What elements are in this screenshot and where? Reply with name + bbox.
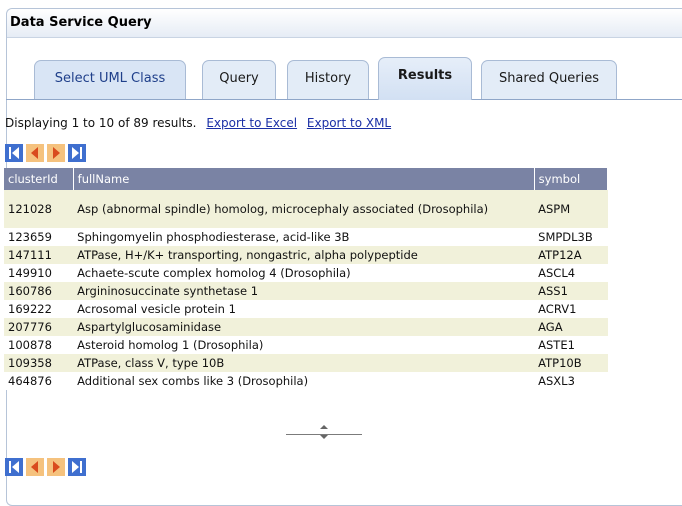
first-page-icon (9, 461, 19, 473)
first-page-button[interactable] (5, 458, 23, 476)
table-header-row: clusterId fullName symbol (4, 168, 609, 190)
tab-select-uml-class[interactable]: Select UML Class (34, 60, 186, 99)
table-row[interactable]: 207776 Aspartylglucosaminidase AGA (4, 318, 608, 336)
cell-clusterid: 100878 (4, 336, 74, 354)
cell-symbol: ASS1 (534, 282, 608, 300)
cell-fullname: Acrosomal vesicle protein 1 (73, 300, 535, 318)
resize-arrows-icon (320, 425, 328, 439)
cell-clusterid: 109358 (4, 354, 74, 372)
next-page-icon (53, 461, 60, 473)
export-to-xml-link[interactable]: Export to XML (307, 116, 391, 130)
tab-label: Results (397, 68, 453, 83)
table-row[interactable]: 109358 ATPase, class V, type 10B ATP10B (4, 354, 608, 372)
cell-symbol: ASPM (534, 190, 608, 228)
results-summary-row: Displaying 1 to 10 of 89 results. Export… (5, 116, 391, 130)
cell-symbol: ACRV1 (534, 300, 608, 318)
cell-clusterid: 464876 (4, 372, 74, 390)
cell-clusterid: 160786 (4, 282, 74, 300)
table-row[interactable]: 160786 Argininosuccinate synthetase 1 AS… (4, 282, 608, 300)
cell-symbol: ATP10B (534, 354, 608, 372)
cell-fullname: ATPase, class V, type 10B (73, 354, 535, 372)
table-row[interactable]: 100878 Asteroid homolog 1 (Drosophila) A… (4, 336, 608, 354)
cell-fullname: Argininosuccinate synthetase 1 (73, 282, 535, 300)
column-header-clusterid[interactable]: clusterId (4, 168, 74, 190)
cell-fullname: Asteroid homolog 1 (Drosophila) (73, 336, 535, 354)
cell-clusterid: 149910 (4, 264, 74, 282)
previous-page-icon (31, 147, 38, 159)
first-page-button[interactable] (5, 144, 23, 162)
table-row[interactable]: 147111 ATPase, H+/K+ transporting, nonga… (4, 246, 608, 264)
previous-page-button[interactable] (26, 458, 44, 476)
next-page-button[interactable] (47, 458, 65, 476)
cell-fullname: ATPase, H+/K+ transporting, nongastric, … (73, 246, 535, 264)
tab-label: Query (219, 71, 259, 86)
cell-symbol: SMPDL3B (534, 228, 608, 246)
results-summary-text: Displaying 1 to 10 of 89 results. (5, 116, 197, 130)
next-page-icon (53, 147, 60, 159)
table-row[interactable]: 123659 Sphingomyelin phosphodiesterase, … (4, 228, 608, 246)
cell-symbol: ASTE1 (534, 336, 608, 354)
cell-symbol: AGA (534, 318, 608, 336)
last-page-icon (72, 461, 82, 473)
cell-clusterid: 169222 (4, 300, 74, 318)
cell-clusterid: 147111 (4, 246, 74, 264)
column-header-fullname[interactable]: fullName (73, 168, 535, 190)
previous-page-button[interactable] (26, 144, 44, 162)
tab-bar: Select UML Class Query History Results S… (6, 37, 682, 100)
tab-label: History (304, 71, 352, 86)
last-page-icon (72, 147, 82, 159)
table-resize-handle[interactable] (286, 424, 362, 440)
pager-top (5, 144, 86, 162)
table-row[interactable]: 121028 Asp (abnormal spindle) homolog, m… (4, 190, 608, 228)
cell-symbol: ATP12A (534, 246, 608, 264)
tab-history[interactable]: History (287, 60, 369, 99)
table-row[interactable]: 169222 Acrosomal vesicle protein 1 ACRV1 (4, 300, 608, 318)
results-table: clusterId fullName symbol 121028 Asp (ab… (4, 168, 609, 390)
cell-clusterid: 121028 (4, 190, 74, 228)
cell-fullname: Asp (abnormal spindle) homolog, microcep… (73, 190, 535, 228)
column-header-symbol[interactable]: symbol (534, 168, 609, 190)
last-page-button[interactable] (68, 458, 86, 476)
tab-label: Shared Queries (498, 71, 600, 86)
cell-symbol: ASCL4 (534, 264, 608, 282)
cell-clusterid: 207776 (4, 318, 74, 336)
panel-title: Data Service Query (7, 9, 682, 38)
last-page-button[interactable] (68, 144, 86, 162)
cell-fullname: Sphingomyelin phosphodiesterase, acid-li… (73, 228, 535, 246)
cell-clusterid: 123659 (4, 228, 74, 246)
table-row[interactable]: 464876 Additional sex combs like 3 (Dros… (4, 372, 608, 390)
cell-fullname: Additional sex combs like 3 (Drosophila) (73, 372, 535, 390)
cell-fullname: Achaete-scute complex homolog 4 (Drosoph… (73, 264, 535, 282)
tab-shared-queries[interactable]: Shared Queries (481, 60, 617, 99)
first-page-icon (9, 147, 19, 159)
export-to-excel-link[interactable]: Export to Excel (206, 116, 297, 130)
tab-label: Select UML Class (54, 71, 166, 86)
previous-page-icon (31, 461, 38, 473)
tab-query[interactable]: Query (202, 60, 276, 99)
cell-symbol: ASXL3 (534, 372, 608, 390)
pager-bottom (5, 458, 86, 476)
next-page-button[interactable] (47, 144, 65, 162)
tab-results[interactable]: Results (378, 57, 472, 100)
cell-fullname: Aspartylglucosaminidase (73, 318, 535, 336)
table-row[interactable]: 149910 Achaete-scute complex homolog 4 (… (4, 264, 608, 282)
